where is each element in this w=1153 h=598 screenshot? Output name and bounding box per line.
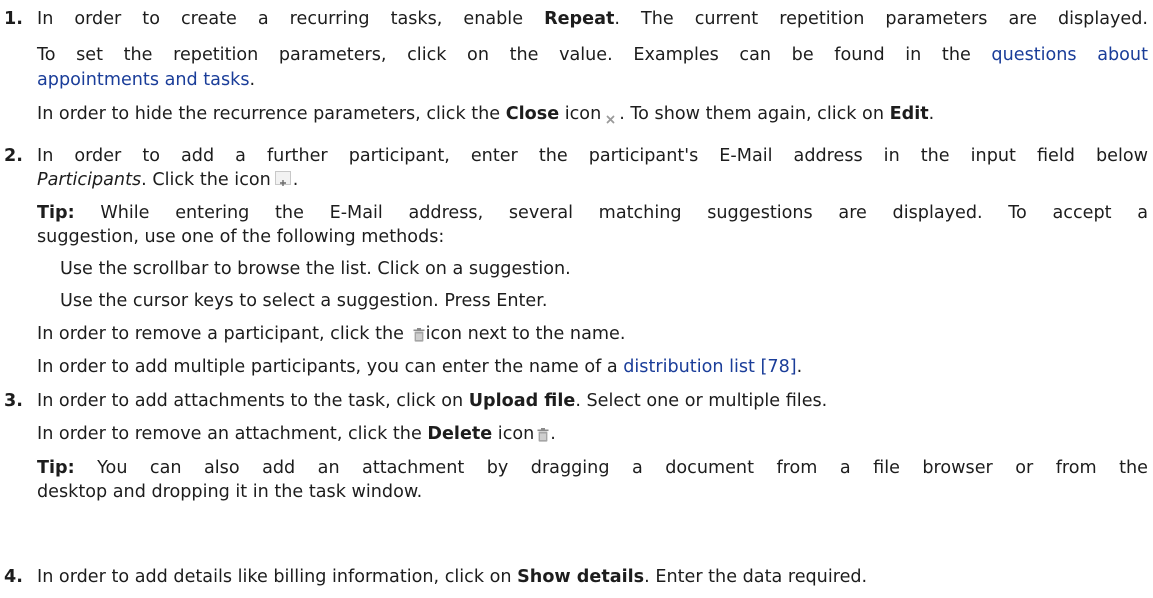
tip-label: Tip: <box>37 203 75 223</box>
text: desktop and dropping it in the task wind… <box>37 482 423 502</box>
text: . <box>928 104 935 124</box>
text: In order to add attachments to the task,… <box>37 391 469 411</box>
text: In order to remove a participant, click … <box>37 324 410 344</box>
text: In order to add multiple participants, y… <box>37 357 624 377</box>
show-details-label: Show details <box>517 567 645 587</box>
text: . Enter the data required. <box>644 567 868 587</box>
text: While entering the E-Mail address, sever… <box>74 203 1148 223</box>
step-1-line-3: appointments and tasks. <box>37 68 255 92</box>
text: In order to add details like billing inf… <box>37 567 518 587</box>
text: In order to remove an attachment, click … <box>37 424 428 444</box>
text: suggestion, use one of the following met… <box>37 227 445 247</box>
step-number: 3. <box>4 391 23 411</box>
text: Use the scrollbar to browse the list. Cl… <box>60 259 571 279</box>
questions-link[interactable]: questions about <box>991 45 1148 65</box>
step-3-line-1: In order to add attachments to the task,… <box>37 389 827 413</box>
text: In order to hide the recurrence paramete… <box>37 104 506 124</box>
text: . Click the icon <box>141 170 271 190</box>
step-2-multi: In order to add multiple participants, y… <box>37 355 802 379</box>
step-2-method-2: Use the cursor keys to select a suggesti… <box>60 289 547 313</box>
step-3-line-2: In order to remove an attachment, click … <box>37 422 556 446</box>
close-icon <box>605 108 616 123</box>
repeat-label: Repeat <box>544 9 615 29</box>
step-number: 1. <box>4 9 23 29</box>
step-2-tip-line-2: suggestion, use one of the following met… <box>37 225 444 249</box>
text: icon <box>492 424 535 444</box>
step-4-line-1: In order to add details like billing inf… <box>37 565 867 589</box>
text: To set the repetition parameters, click … <box>37 45 992 65</box>
upload-file-label: Upload file <box>468 391 576 411</box>
text: . <box>292 170 299 190</box>
tip-label: Tip: <box>37 458 75 478</box>
step-3-tip-line-1: Tip: You can also add an attachment by d… <box>37 456 1148 480</box>
step-1-line-2: To set the repetition parameters, click … <box>37 43 1148 67</box>
step-number: 4. <box>4 567 23 587</box>
step-2-line-2: Participants. Click the icon. <box>37 168 298 192</box>
text: icon <box>559 104 602 124</box>
questions-link-cont[interactable]: appointments and tasks <box>37 70 249 90</box>
text: . The current repetition parameters are … <box>614 9 1149 29</box>
participants-label: Participants <box>37 170 142 190</box>
text: . <box>249 70 256 90</box>
text: . To show them again, click on <box>619 104 890 124</box>
text: Use the cursor keys to select a suggesti… <box>60 291 548 311</box>
text: In order to create a recurring tasks, en… <box>37 9 545 29</box>
text: . Select one or multiple files. <box>575 391 828 411</box>
delete-label: Delete <box>427 424 493 444</box>
step-2-line-1: In order to add a further participant, e… <box>37 144 1148 168</box>
step-2-remove: In order to remove a participant, click … <box>37 322 625 346</box>
step-1-line-1: In order to create a recurring tasks, en… <box>37 7 1148 31</box>
text: icon next to the name. <box>425 324 626 344</box>
step-number: 2. <box>4 146 23 166</box>
distribution-list-link[interactable]: distribution list [78] <box>623 357 796 377</box>
step-2-method-1: Use the scrollbar to browse the list. Cl… <box>60 257 571 281</box>
step-1-line-4: In order to hide the recurrence paramete… <box>37 102 934 126</box>
step-3-tip-line-2: desktop and dropping it in the task wind… <box>37 480 422 504</box>
edit-label: Edit <box>889 104 929 124</box>
trash-icon <box>413 325 425 342</box>
close-label: Close <box>505 104 560 124</box>
delete-icon <box>537 425 549 442</box>
text: In order to add a further participant, e… <box>37 146 1148 166</box>
text: You can also add an attachment by draggi… <box>74 458 1148 478</box>
step-2-tip-line-1: Tip: While entering the E-Mail address, … <box>37 201 1148 225</box>
text: . <box>550 424 556 444</box>
add-participant-icon <box>274 171 291 186</box>
text: . <box>796 357 803 377</box>
